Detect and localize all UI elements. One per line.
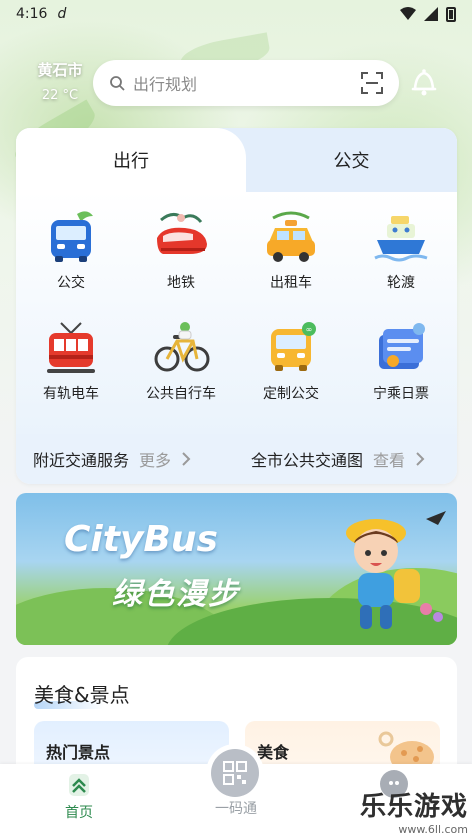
tab-travel[interactable]: 出行 xyxy=(16,128,246,192)
transit-item-ferry[interactable]: 轮渡 xyxy=(346,208,456,319)
search-bar[interactable]: 出行规划 xyxy=(93,60,399,106)
ferry-icon xyxy=(374,216,428,262)
transit-item-custom-bus[interactable]: ∞ 定制公交 xyxy=(236,319,346,430)
watermark: 乐乐游戏 www.6ll.com xyxy=(360,786,468,836)
transit-item-bus[interactable]: 公交 xyxy=(16,208,126,319)
qr-code-icon xyxy=(223,761,247,785)
bicycle-icon xyxy=(154,322,210,372)
watermark-url: www.6ll.com xyxy=(398,823,468,836)
city-name: 黄石市 xyxy=(37,61,83,79)
transit-item-day-ticket[interactable]: 宁乘日票 xyxy=(346,319,456,430)
chevron-right-icon xyxy=(182,452,191,466)
city-map-link[interactable]: 全市公共交通图 查看 xyxy=(251,447,425,471)
nav-home[interactable]: 首页 xyxy=(34,772,124,822)
transit-grid: 公交 地铁 出租车 轮渡 有轨电车 公共自行车 ∞ 定制公交 宁乘日票 xyxy=(16,208,457,430)
signal-icon xyxy=(424,7,438,21)
bell-icon[interactable] xyxy=(410,67,438,97)
transit-item-label: 公交 xyxy=(57,275,85,291)
transit-grid-area: 公交 地铁 出租车 轮渡 有轨电车 公共自行车 ∞ 定制公交 宁乘日票 xyxy=(16,192,457,434)
custom-bus-icon: ∞ xyxy=(271,322,316,371)
bus-icon xyxy=(51,211,93,262)
nearby-services-link[interactable]: 附近交通服务 更多 xyxy=(33,447,191,471)
banner-title: CityBus xyxy=(64,519,218,560)
nearby-services-more: 更多 xyxy=(139,451,172,470)
transit-item-label: 公共自行车 xyxy=(146,386,216,402)
kid-illustration xyxy=(346,511,446,629)
food-label: 美食 xyxy=(257,743,290,762)
service-row: 附近交通服务 更多 全市公共交通图 查看 xyxy=(16,434,457,484)
taxi-icon xyxy=(267,211,315,262)
metro-icon xyxy=(157,213,207,254)
transit-card: 出行 公交 公交 地铁 出租车 轮渡 有轨电车 公共自行车 ∞ 定制公交 宁乘日… xyxy=(16,128,457,484)
transit-item-tram[interactable]: 有轨电车 xyxy=(16,319,126,430)
city-map-view: 查看 xyxy=(373,451,406,470)
banner-subtitle: 绿色漫步 xyxy=(112,577,240,612)
promo-banner[interactable]: CityBus 绿色漫步 xyxy=(16,493,457,645)
section-title: 美食&景点 xyxy=(34,683,130,707)
transit-item-label: 轮渡 xyxy=(387,275,415,291)
status-time: 4:16 xyxy=(16,6,48,22)
transit-item-label: 宁乘日票 xyxy=(373,386,429,402)
scan-icon[interactable] xyxy=(361,72,383,94)
transit-item-label: 有轨电车 xyxy=(43,386,99,402)
temperature: 22 °C xyxy=(41,88,79,103)
transit-item-taxi[interactable]: 出租车 xyxy=(236,208,346,319)
home-icon xyxy=(69,774,89,796)
transit-tabs: 出行 公交 xyxy=(16,128,457,192)
city-weather[interactable]: 黄石市 22 °C xyxy=(30,59,90,103)
header: 黄石市 22 °C 出行规划 xyxy=(0,55,472,111)
search-icon xyxy=(110,76,125,91)
city-map-title: 全市公共交通图 xyxy=(251,451,364,470)
hot-attractions-label: 热门景点 xyxy=(46,743,111,762)
tab-bus[interactable]: 公交 xyxy=(246,128,457,192)
transit-item-bicycle[interactable]: 公共自行车 xyxy=(126,319,236,430)
status-extra-glyph: d xyxy=(57,6,67,22)
bottom-nav: 首页 一码通 乐乐游戏 www.6ll.com xyxy=(0,744,472,840)
chevron-right-icon xyxy=(416,452,425,466)
svg-text:∞: ∞ xyxy=(306,325,313,334)
transit-item-label: 出租车 xyxy=(270,275,312,291)
transit-item-label: 定制公交 xyxy=(263,386,319,402)
nav-one-code-label: 一码通 xyxy=(215,801,257,817)
nav-home-label: 首页 xyxy=(65,805,93,821)
day-ticket-icon xyxy=(379,323,425,369)
nav-one-code[interactable]: 一码通 xyxy=(191,794,281,818)
watermark-name: 乐乐游戏 xyxy=(359,792,468,822)
status-bar: 4:16 d xyxy=(0,0,472,28)
transit-item-label: 地铁 xyxy=(167,275,195,291)
nearby-services-title: 附近交通服务 xyxy=(33,451,130,470)
search-input[interactable]: 出行规划 xyxy=(133,71,361,95)
battery-icon xyxy=(446,6,456,22)
transit-item-metro[interactable]: 地铁 xyxy=(126,208,236,319)
tram-icon xyxy=(47,322,95,373)
wifi-icon xyxy=(400,7,416,20)
